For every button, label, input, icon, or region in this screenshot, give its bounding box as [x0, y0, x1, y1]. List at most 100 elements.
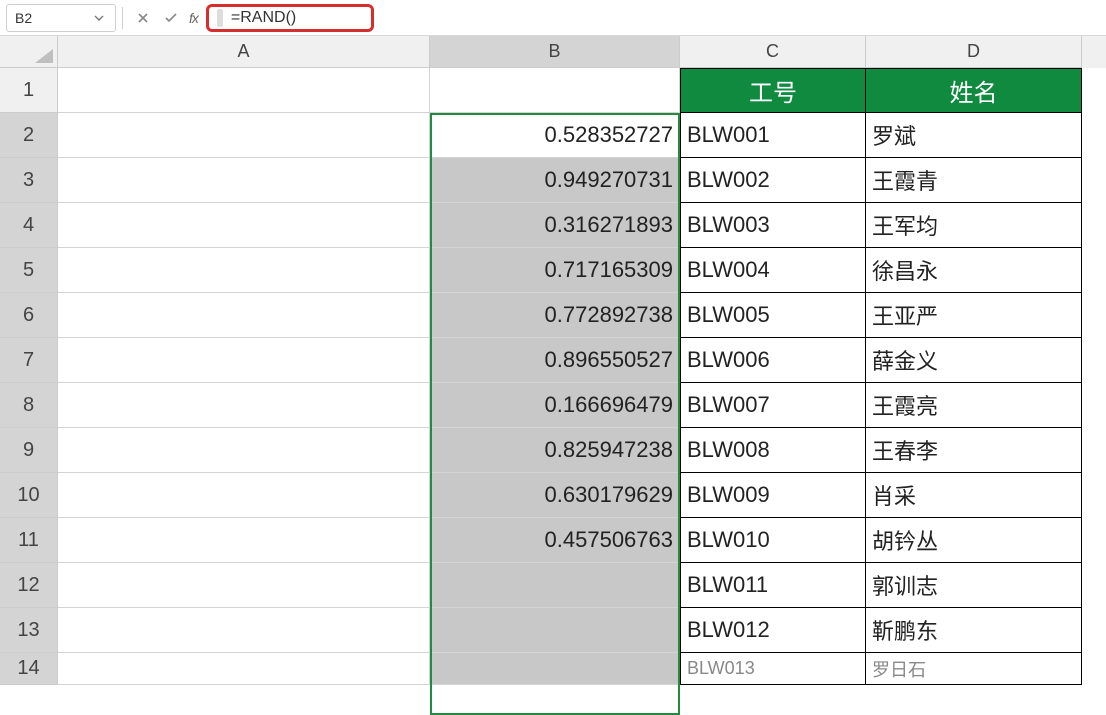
- table-row: 6 0.772892738 BLW005 王亚严: [0, 293, 1106, 338]
- row-header[interactable]: 3: [0, 158, 58, 203]
- name-box[interactable]: B2: [6, 4, 116, 32]
- cell[interactable]: [430, 608, 680, 653]
- cell[interactable]: [58, 158, 430, 203]
- table-row: 1 工号 姓名: [0, 68, 1106, 113]
- cell[interactable]: [58, 113, 430, 158]
- cell[interactable]: BLW007: [680, 383, 866, 428]
- column-header-C[interactable]: C: [680, 36, 866, 68]
- cell[interactable]: 0.949270731: [430, 158, 680, 203]
- cell[interactable]: 胡钤丛: [866, 518, 1082, 563]
- cell[interactable]: [58, 383, 430, 428]
- row-header[interactable]: 2: [0, 113, 58, 158]
- row-header[interactable]: 12: [0, 563, 58, 608]
- cell[interactable]: BLW011: [680, 563, 866, 608]
- cell[interactable]: BLW009: [680, 473, 866, 518]
- row-header[interactable]: 11: [0, 518, 58, 563]
- cell[interactable]: [430, 563, 680, 608]
- column-header-row: A B C D: [0, 36, 1106, 68]
- cell[interactable]: BLW013: [680, 653, 866, 685]
- cell[interactable]: [430, 68, 680, 113]
- column-header-D[interactable]: D: [866, 36, 1082, 68]
- cell[interactable]: 罗日石: [866, 653, 1082, 685]
- cell[interactable]: BLW010: [680, 518, 866, 563]
- column-title-workid[interactable]: 工号: [680, 68, 866, 113]
- row-header[interactable]: 5: [0, 248, 58, 293]
- cell[interactable]: [58, 338, 430, 383]
- cell[interactable]: [58, 248, 430, 293]
- cell[interactable]: 0.825947238: [430, 428, 680, 473]
- cell[interactable]: 王霞亮: [866, 383, 1082, 428]
- cell[interactable]: BLW004: [680, 248, 866, 293]
- formula-input-highlight: =RAND(): [206, 4, 374, 32]
- cell[interactable]: 0.630179629: [430, 473, 680, 518]
- row-header[interactable]: 10: [0, 473, 58, 518]
- cell[interactable]: 0.316271893: [430, 203, 680, 248]
- formula-bar: B2 fx =RAND(): [0, 0, 1106, 36]
- cell[interactable]: 王军均: [866, 203, 1082, 248]
- cell[interactable]: 靳鹏东: [866, 608, 1082, 653]
- cell[interactable]: [58, 653, 430, 685]
- spreadsheet-grid: A B C D 1 工号 姓名 2 0.528352727 BLW001 罗斌 …: [0, 36, 1106, 685]
- cell[interactable]: BLW002: [680, 158, 866, 203]
- row-header[interactable]: 14: [0, 653, 58, 685]
- cancel-formula-button[interactable]: [131, 6, 155, 30]
- fx-icon[interactable]: fx: [189, 10, 198, 26]
- table-row: 12 BLW011 郭训志: [0, 563, 1106, 608]
- select-all-corner[interactable]: [0, 36, 58, 68]
- cell[interactable]: 0.528352727: [430, 113, 680, 158]
- row-header[interactable]: 4: [0, 203, 58, 248]
- cell[interactable]: 0.166696479: [430, 383, 680, 428]
- table-row: 9 0.825947238 BLW008 王春李: [0, 428, 1106, 473]
- cell[interactable]: [58, 473, 430, 518]
- row-header[interactable]: 8: [0, 383, 58, 428]
- cell[interactable]: [58, 293, 430, 338]
- cell[interactable]: BLW008: [680, 428, 866, 473]
- cell[interactable]: BLW003: [680, 203, 866, 248]
- cell[interactable]: 王霞青: [866, 158, 1082, 203]
- row-header[interactable]: 9: [0, 428, 58, 473]
- column-title-name[interactable]: 姓名: [866, 68, 1082, 113]
- cell[interactable]: [58, 518, 430, 563]
- table-row: 11 0.457506763 BLW010 胡钤丛: [0, 518, 1106, 563]
- row-header[interactable]: 1: [0, 68, 58, 113]
- separator: [122, 7, 123, 29]
- table-row: 14 BLW013 罗日石: [0, 653, 1106, 685]
- cell[interactable]: 0.717165309: [430, 248, 680, 293]
- row-header[interactable]: 6: [0, 293, 58, 338]
- cell[interactable]: 0.457506763: [430, 518, 680, 563]
- cell[interactable]: [58, 428, 430, 473]
- confirm-formula-button[interactable]: [159, 6, 183, 30]
- row-header[interactable]: 13: [0, 608, 58, 653]
- cell[interactable]: 郭训志: [866, 563, 1082, 608]
- cell[interactable]: BLW006: [680, 338, 866, 383]
- cell[interactable]: 王亚严: [866, 293, 1082, 338]
- cell[interactable]: 王春李: [866, 428, 1082, 473]
- cell[interactable]: [430, 653, 680, 685]
- drag-handle-icon[interactable]: [217, 9, 223, 27]
- cell[interactable]: 徐昌永: [866, 248, 1082, 293]
- table-row: 13 BLW012 靳鹏东: [0, 608, 1106, 653]
- cell[interactable]: 肖采: [866, 473, 1082, 518]
- cell[interactable]: 0.896550527: [430, 338, 680, 383]
- column-header-B[interactable]: B: [430, 36, 680, 68]
- cell[interactable]: BLW012: [680, 608, 866, 653]
- table-row: 4 0.316271893 BLW003 王军均: [0, 203, 1106, 248]
- table-row: 3 0.949270731 BLW002 王霞青: [0, 158, 1106, 203]
- formula-input[interactable]: =RAND(): [231, 9, 296, 27]
- cell[interactable]: [58, 608, 430, 653]
- row-header[interactable]: 7: [0, 338, 58, 383]
- cell[interactable]: 罗斌: [866, 113, 1082, 158]
- cell[interactable]: BLW001: [680, 113, 866, 158]
- table-row: 10 0.630179629 BLW009 肖采: [0, 473, 1106, 518]
- cell[interactable]: 薛金义: [866, 338, 1082, 383]
- cell[interactable]: [58, 68, 430, 113]
- table-row: 5 0.717165309 BLW004 徐昌永: [0, 248, 1106, 293]
- cell[interactable]: [58, 563, 430, 608]
- chevron-down-icon[interactable]: [91, 10, 107, 26]
- cell[interactable]: 0.772892738: [430, 293, 680, 338]
- column-header-A[interactable]: A: [58, 36, 430, 68]
- table-row: 2 0.528352727 BLW001 罗斌: [0, 113, 1106, 158]
- cell[interactable]: [58, 203, 430, 248]
- cell-reference: B2: [15, 10, 32, 26]
- cell[interactable]: BLW005: [680, 293, 866, 338]
